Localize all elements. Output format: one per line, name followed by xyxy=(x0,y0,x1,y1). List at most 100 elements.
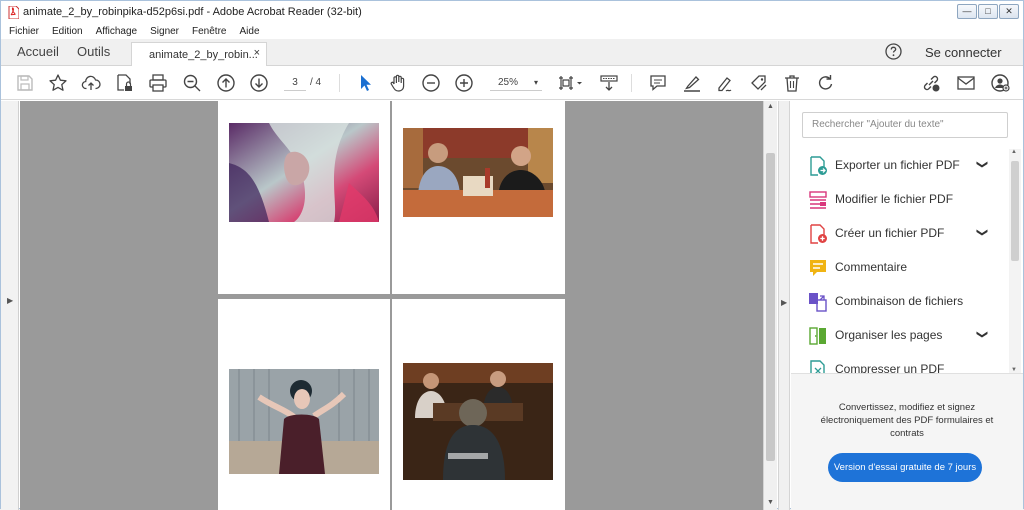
export-pdf-icon xyxy=(810,156,827,176)
tools-search-input[interactable]: Rechercher "Ajouter du texte" xyxy=(802,112,1008,138)
tool-label: Exporter un fichier PDF xyxy=(835,158,960,172)
main-toolbar: 3 / 4 25% ▾ xyxy=(1,66,1023,100)
tab-tools[interactable]: Outils xyxy=(77,44,110,59)
page-number-input[interactable]: 3 xyxy=(284,75,306,91)
menu-edition[interactable]: Edition xyxy=(52,26,83,37)
combine-files-icon xyxy=(809,293,827,312)
free-trial-button[interactable]: Version d'essai gratuite de 7 jours xyxy=(828,453,982,482)
expand-left-icon: ▶ xyxy=(7,296,14,305)
menu-fichier[interactable]: Fichier xyxy=(9,26,39,37)
tool-export-pdf[interactable]: Exporter un fichier PDF ❯ xyxy=(791,149,1009,183)
right-panel-toggle[interactable]: ▶ xyxy=(778,101,790,510)
page-total: / 4 xyxy=(310,77,322,88)
select-pointer-icon[interactable] xyxy=(355,73,375,93)
scroll-up-icon[interactable]: ▲ xyxy=(767,103,774,110)
title-bar: animate_2_by_robinpika-d52p6si.pdf - Ado… xyxy=(1,1,1023,23)
tool-comment[interactable]: Commentaire xyxy=(791,251,1009,285)
tool-create-pdf[interactable]: Créer un fichier PDF ❯ xyxy=(791,217,1009,251)
left-panel-toggle[interactable]: ▶ xyxy=(1,101,19,510)
save-icon[interactable] xyxy=(15,73,35,93)
chevron-down-icon: ▾ xyxy=(533,78,538,87)
scroll-mode-icon[interactable] xyxy=(599,73,619,93)
tool-organize-pages[interactable]: Organiser les pages ❯ xyxy=(791,319,1009,353)
collapse-right-icon: ▶ xyxy=(781,298,788,307)
email-icon[interactable] xyxy=(956,73,976,93)
tool-label: Organiser les pages xyxy=(835,328,943,342)
menu-bar: Fichier Edition Affichage Signer Fenêtre… xyxy=(1,23,1023,39)
tool-label: Créer un fichier PDF xyxy=(835,226,945,240)
minimize-button[interactable]: — xyxy=(957,4,977,19)
zoom-level-value: 25% xyxy=(498,77,519,88)
tool-compress-pdf[interactable]: Compresser un PDF xyxy=(791,353,1009,373)
tab-bar: Accueil Outils animate_2_by_robin... × S… xyxy=(1,39,1023,66)
scrollbar-thumb[interactable] xyxy=(1011,161,1019,261)
next-page-icon[interactable] xyxy=(249,73,269,93)
comment-icon xyxy=(810,260,826,276)
zoom-in-icon[interactable] xyxy=(454,73,474,93)
maximize-button[interactable]: □ xyxy=(978,4,998,19)
organize-pages-icon xyxy=(809,327,826,345)
zoom-out-magnifier-icon[interactable] xyxy=(182,73,202,93)
comment-icon[interactable] xyxy=(648,73,668,93)
acrobat-window: animate_2_by_robinpika-d52p6si.pdf - Ado… xyxy=(0,0,1024,510)
menu-fenetre[interactable]: Fenêtre xyxy=(192,26,226,37)
zoom-level-select[interactable]: 25% ▾ xyxy=(490,75,542,91)
tab-document[interactable]: animate_2_by_robin... × xyxy=(131,42,267,66)
trial-promo: Convertissez, modifiez et signez électro… xyxy=(791,373,1023,510)
pdf-page-3 xyxy=(218,299,390,510)
tool-label: Modifier le fichier PDF xyxy=(835,192,954,206)
promo-text: Convertissez, modifiez et signez électro… xyxy=(820,402,994,439)
create-pdf-icon xyxy=(810,224,827,244)
chevron-down-icon[interactable]: ❯ xyxy=(976,228,989,237)
document-scrollbar[interactable]: ▲ ▼ xyxy=(763,101,777,510)
close-window-button[interactable]: ✕ xyxy=(999,4,1019,19)
pdf-image-group-table xyxy=(403,363,553,480)
fill-sign-icon[interactable] xyxy=(749,73,769,93)
tools-list: Exporter un fichier PDF ❯ Modifier le fi… xyxy=(791,149,1009,373)
pdf-page-1 xyxy=(218,101,390,294)
window-controls: — □ ✕ xyxy=(957,4,1019,19)
print-icon[interactable] xyxy=(148,73,168,93)
close-tab-icon[interactable]: × xyxy=(254,47,260,59)
cloud-upload-icon[interactable] xyxy=(81,73,101,93)
tool-edit-pdf[interactable]: Modifier le fichier PDF xyxy=(791,183,1009,217)
tool-combine-files[interactable]: Combinaison de fichiers xyxy=(791,285,1009,319)
pdf-image-two-men xyxy=(403,128,553,217)
share-user-icon[interactable] xyxy=(990,73,1010,93)
pdf-page-2 xyxy=(392,101,565,294)
page-fit-icon[interactable] xyxy=(557,73,585,93)
tools-scrollbar[interactable]: ▲ ▼ xyxy=(1009,149,1021,373)
previous-page-icon[interactable] xyxy=(216,73,236,93)
document-view[interactable] xyxy=(20,101,763,510)
tool-label: Compresser un PDF xyxy=(835,362,945,373)
rotate-icon[interactable] xyxy=(816,73,836,93)
help-icon[interactable] xyxy=(885,43,902,60)
scroll-up-icon[interactable]: ▲ xyxy=(1011,149,1017,155)
chevron-down-icon[interactable]: ❯ xyxy=(976,160,989,169)
chevron-down-icon[interactable]: ❯ xyxy=(976,330,989,339)
pdf-image-portrait xyxy=(229,123,379,222)
share-link-icon[interactable] xyxy=(921,73,941,93)
delete-trash-icon[interactable] xyxy=(782,73,802,93)
zoom-out-icon[interactable] xyxy=(421,73,441,93)
compress-pdf-icon xyxy=(810,360,825,373)
menu-signer[interactable]: Signer xyxy=(150,26,179,37)
tab-document-label: animate_2_by_robin... xyxy=(149,48,258,61)
edit-pdf-icon xyxy=(809,191,827,209)
toolbar-divider xyxy=(631,74,632,92)
pdf-image-woman-fence xyxy=(229,369,379,474)
sign-pen-icon[interactable] xyxy=(715,73,735,93)
scroll-down-icon[interactable]: ▼ xyxy=(767,499,774,506)
hand-tool-icon[interactable] xyxy=(388,73,408,93)
highlight-icon[interactable] xyxy=(682,73,702,93)
sign-in-link[interactable]: Se connecter xyxy=(925,45,1002,60)
tool-label: Commentaire xyxy=(835,260,908,274)
protect-document-icon[interactable] xyxy=(114,73,134,93)
window-title: animate_2_by_robinpika-d52p6si.pdf - Ado… xyxy=(23,6,362,18)
pdf-page-4 xyxy=(392,299,565,510)
tab-home[interactable]: Accueil xyxy=(17,44,59,59)
scrollbar-thumb[interactable] xyxy=(766,153,775,461)
bookmark-star-icon[interactable] xyxy=(48,73,68,93)
menu-aide[interactable]: Aide xyxy=(239,26,259,37)
menu-affichage[interactable]: Affichage xyxy=(96,26,138,37)
